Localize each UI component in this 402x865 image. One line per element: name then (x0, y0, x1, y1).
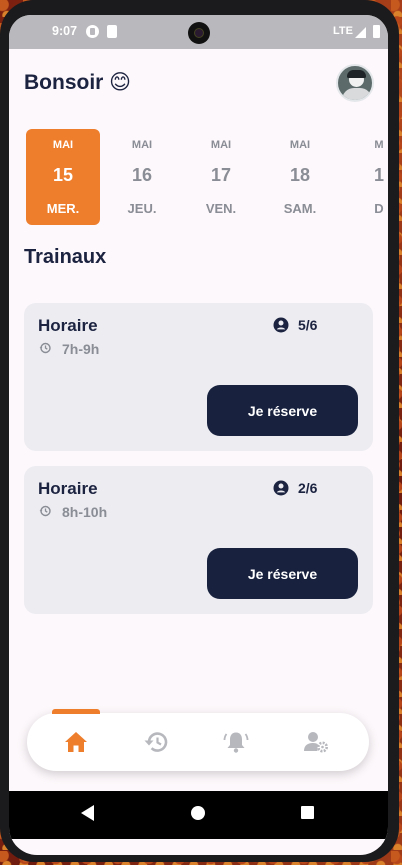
status-bar: 9:07 LTE (9, 15, 388, 49)
slot-capacity: 2/6 (298, 480, 318, 496)
recent-apps-icon[interactable] (301, 806, 314, 819)
active-tab-indicator (52, 709, 100, 714)
reserve-button[interactable]: Je réserve (207, 385, 358, 436)
day-item-partial[interactable]: M 1 D (342, 129, 388, 225)
system-navigation-bar (9, 791, 388, 839)
sim-card-icon (107, 25, 117, 38)
back-icon[interactable] (81, 805, 94, 821)
phone-frame: 9:07 LTE Bonsoir 😊 MAI 15 MER. MAI 16 JE… (0, 0, 399, 862)
history-icon (39, 342, 51, 354)
reserve-button[interactable]: Je réserve (207, 548, 358, 599)
day-month: MAI (210, 139, 232, 151)
day-number: 15 (52, 165, 74, 185)
day-number: 1 (373, 165, 384, 185)
slot-capacity: 5/6 (298, 317, 318, 333)
day-number: 17 (210, 165, 232, 185)
slot-time: 7h-9h (62, 341, 100, 357)
day-number: 18 (289, 165, 311, 185)
section-title: Trainaux (24, 246, 107, 268)
status-time: 9:07 (52, 24, 78, 38)
bottom-navigation (27, 709, 369, 771)
slot-label: Horaire (38, 479, 98, 498)
person-icon (273, 317, 289, 333)
day-weekday: VEN. (205, 201, 237, 216)
app-screen: 9:07 LTE Bonsoir 😊 MAI 15 MER. MAI 16 JE… (9, 15, 388, 855)
day-number: 16 (131, 165, 153, 185)
day-month: M (374, 139, 384, 151)
battery-icon (373, 25, 380, 38)
greeting-title: Bonsoir 😊 (24, 71, 132, 94)
avatar[interactable] (336, 64, 374, 102)
notification-icon (86, 25, 99, 38)
network-label: LTE (333, 25, 353, 37)
day-weekday: D (374, 201, 384, 216)
history-icon (39, 505, 51, 517)
day-selector: MAI 15 MER. MAI 16 JEU. MAI 17 VEN. MAI … (26, 129, 388, 225)
home-icon (65, 732, 87, 752)
nav-profile-settings[interactable] (301, 727, 331, 757)
slot-card: Horaire 7h-9h 5/6 Je réserve (24, 303, 373, 451)
slot-label: Horaire (38, 316, 98, 335)
day-item-15[interactable]: MAI 15 MER. (26, 129, 100, 225)
signal-icon (355, 27, 366, 38)
day-item-18[interactable]: MAI 18 SAM. (263, 129, 337, 225)
nav-alerts[interactable] (221, 727, 251, 757)
avatar-hat (347, 70, 366, 78)
day-month: MAI (289, 139, 311, 151)
avatar-body (342, 88, 372, 100)
slot-card: Horaire 8h-10h 2/6 Je réserve (24, 466, 373, 614)
nav-home[interactable] (61, 727, 91, 757)
day-weekday: MER. (46, 201, 80, 216)
person-icon (273, 480, 289, 496)
nav-history[interactable] (141, 727, 171, 757)
history-icon (144, 732, 168, 752)
day-month: MAI (131, 139, 153, 151)
user-settings-icon (304, 732, 328, 753)
day-month: MAI (52, 139, 74, 151)
day-item-16[interactable]: MAI 16 JEU. (105, 129, 179, 225)
day-weekday: JEU. (127, 201, 157, 216)
front-camera (188, 22, 210, 44)
bell-icon (223, 732, 249, 753)
day-item-17[interactable]: MAI 17 VEN. (184, 129, 258, 225)
slot-time: 8h-10h (62, 504, 108, 520)
home-circle-icon[interactable] (191, 806, 205, 820)
day-weekday: SAM. (283, 201, 317, 216)
